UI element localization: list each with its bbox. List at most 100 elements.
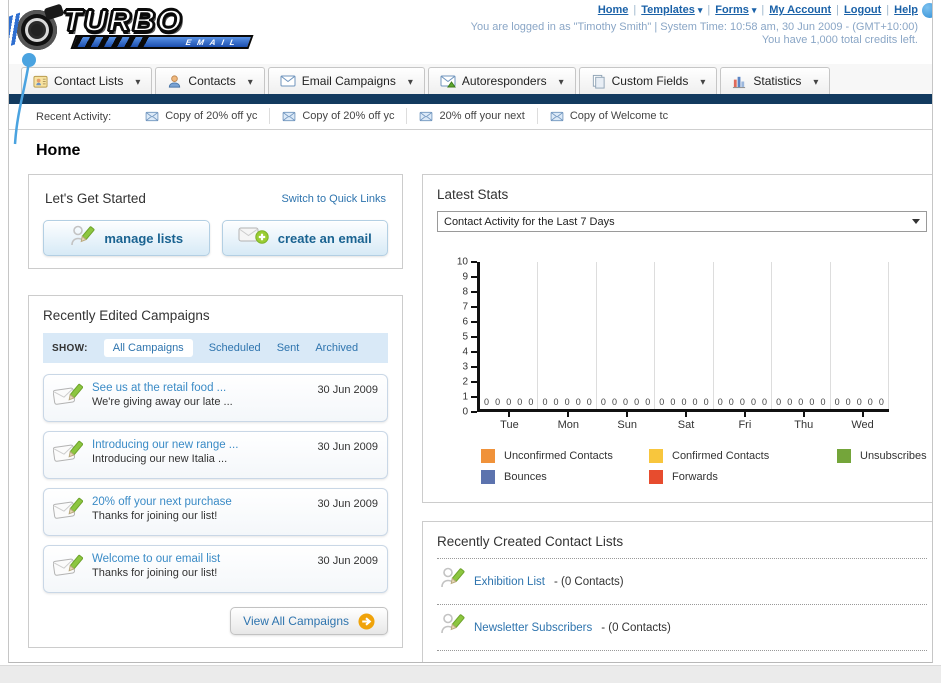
y-tick-label: 9 [462,271,468,283]
chart-day-group: 00000 [772,262,831,409]
contact-activity-chart: 10 9 8 7 6 5 4 3 2 1 0 000000000000000000000000000… [451,257,927,484]
chart-value-label: 0 [681,397,687,407]
chart-x-axis: Tue Mon Sun Sat Fri Thu Wed [480,412,892,431]
filter-tab-archived[interactable]: Archived [315,342,358,354]
header-link-forms[interactable]: Forms [715,4,756,16]
contact-list-count: - (0 Contacts) [553,575,624,588]
autoresponders-icon [440,74,456,88]
create-an-email-button[interactable]: create an email [221,220,388,256]
person-pencil-icon [69,224,95,253]
person-pencil-icon [439,612,465,643]
button-label: create an email [277,230,372,246]
chart-value-label: 0 [495,397,501,407]
campaign-row[interactable]: Welcome to our email list Thanks for join… [43,545,388,593]
recent-activity-item[interactable]: Copy of 20% off yc [133,108,269,124]
header-link-logout[interactable]: Logout [844,4,881,16]
chart-value-label: 0 [611,397,617,407]
tab-statistics[interactable]: Statistics [720,67,831,94]
campaign-list: See us at the retail food ... We're givin… [43,374,388,593]
tab-autoresponders[interactable]: Autoresponders [427,67,576,94]
legend-swatch [649,470,663,484]
x-tick-label: Sat [657,412,716,431]
chart-y-axis: 10 9 8 7 6 5 4 3 2 1 0 [451,257,477,418]
right-column: Latest Stats Contact Activity for the La… [422,174,932,662]
statistics-icon [732,74,747,89]
filter-tab-scheduled[interactable]: Scheduled [209,342,261,354]
contacts-icon [167,74,182,89]
recent-activity-item-label: 20% off your next [439,110,525,123]
chart-value-label: 0 [762,397,768,407]
page-title: Home [36,142,81,159]
turbo-email-logo[interactable]: TURBO EMAIL [11,2,261,60]
header-link-templates[interactable]: Templates [641,4,702,16]
y-tick-label: 1 [462,391,468,403]
chevron-down-icon [402,74,413,88]
header-link-help[interactable]: Help [894,4,918,16]
recent-activity-item[interactable]: Copy of 20% off yc [269,108,406,125]
envelope-plus-icon [238,225,269,251]
legend-label: Forwards [672,471,718,483]
tab-contact-lists[interactable]: Contact Lists [21,67,153,94]
switch-to-quick-links-link[interactable]: Switch to Quick Links [281,193,386,205]
tab-contacts[interactable]: Contacts [155,67,265,94]
header-link-home[interactable]: Home [598,4,629,16]
contact-list-name-link[interactable]: Exhibition List [474,576,545,588]
campaign-date: 30 Jun 2009 [317,441,378,453]
view-all-campaigns-button[interactable]: View All Campaigns [230,607,388,635]
chart-day-group: 00000 [655,262,714,409]
recent-activity-item-label: Copy of 20% off yc [165,110,258,123]
chart-value-labels: 00000 [832,397,887,407]
filter-tab-sent[interactable]: Sent [277,342,300,354]
chart-day-group: 00000 [597,262,656,409]
contact-list-item[interactable]: Exhibition List - (0 Contacts) [437,559,927,605]
campaign-text: Introducing our new range ... Introducing… [92,439,238,465]
campaign-row[interactable]: 20% off your next purchase Thanks for joi… [43,488,388,536]
chart-value-label: 0 [728,397,734,407]
filter-tab-all-campaigns[interactable]: All Campaigns [103,339,193,357]
envelope-pencil-icon [52,382,84,414]
chart-value-label: 0 [564,397,570,407]
chart-value-label: 0 [750,397,756,407]
header-link-my-account[interactable]: My Account [769,4,831,16]
contact-list-name-link[interactable]: Newsletter Subscribers [474,622,592,634]
chevron-down-icon [694,74,705,88]
login-status: You are logged in as "Timothy Smith" | S… [470,21,918,33]
envelope-icon [419,111,433,122]
manage-lists-button[interactable]: manage lists [43,220,210,256]
chart-value-label: 0 [634,397,640,407]
tab-email-campaigns[interactable]: Email Campaigns [267,67,425,94]
recent-activity-item[interactable]: Copy of Welcome tc [536,108,680,125]
contact-list-items: Exhibition List - (0 Contacts) Newsletter… [437,559,927,651]
tab-label: Contacts [188,74,236,88]
y-tick-label: 5 [462,331,468,343]
campaign-row[interactable]: See us at the retail food ... We're givin… [43,374,388,422]
campaign-title-link[interactable]: 20% off your next purchase [92,496,232,508]
chart-value-label: 0 [575,397,581,407]
chart-plot-area: 00000000000000000000000000000000000 [477,262,889,412]
chart-value-label: 0 [645,397,651,407]
logo-text: TURBO EMAIL [62,3,254,49]
tab-label: Statistics [753,74,802,88]
recent-activity-item[interactable]: 20% off your next [406,108,536,125]
link-separator: | [707,4,711,16]
chart-value-label: 0 [787,397,793,407]
campaign-title-link[interactable]: Welcome to our email list [92,553,220,565]
chart-value-label: 0 [528,397,534,407]
link-separator: | [886,4,890,16]
campaign-title-link[interactable]: Introducing our new range ... [92,439,238,451]
chevron-down-icon [695,4,703,16]
chart-value-label: 0 [739,397,745,407]
logo-title: TURBO [62,3,184,38]
logo-stripes [73,37,150,47]
contact-list-item[interactable]: Newsletter Subscribers - (0 Contacts) [437,605,927,651]
recent-activity-bar: Recent Activity: Copy of 20% off yc Copy … [9,104,932,130]
envelope-icon [550,111,564,122]
campaign-title-link[interactable]: See us at the retail food ... [92,382,233,394]
campaign-filter-bar: SHOW: All Campaigns Scheduled Sent Archived [43,333,388,363]
decorative-corner-dot [922,3,932,18]
tab-custom-fields[interactable]: Custom Fields [578,67,718,94]
campaign-row[interactable]: Introducing our new range ... Introducing… [43,431,388,479]
tab-label: Contact Lists [54,74,124,88]
logo-subtitle: EMAIL [184,37,243,47]
stats-period-select[interactable]: Contact Activity for the Last 7 Days [437,211,927,232]
